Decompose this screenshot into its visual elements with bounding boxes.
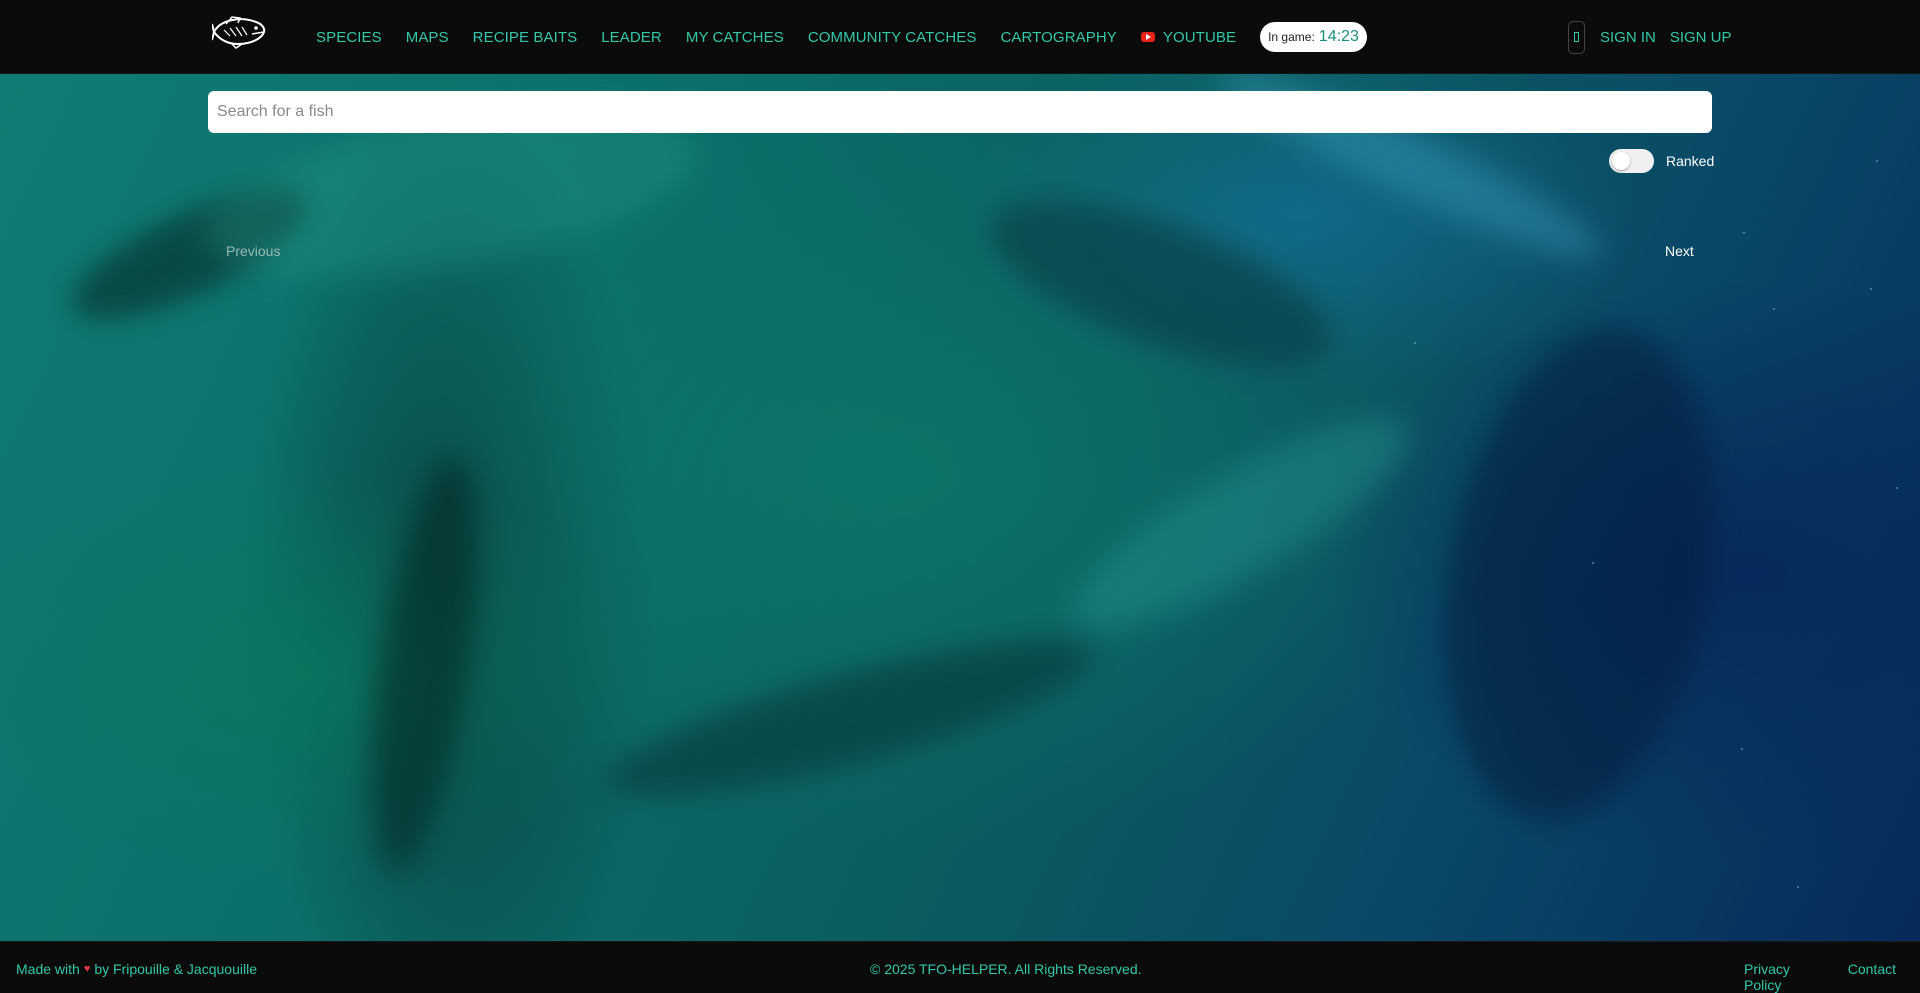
nav-recipe-baits[interactable]: RECIPE BAITS <box>473 29 578 46</box>
ranked-toggle-switch[interactable] <box>1609 149 1654 173</box>
footer-credits: Made with ♥ by Fripouille & Jacquouille <box>16 961 257 977</box>
nav-maps[interactable]: MAPS <box>406 29 449 46</box>
privacy-policy-link[interactable]: Privacy Policy <box>1744 961 1824 993</box>
nav-youtube[interactable]: YOUTUBE <box>1140 28 1237 46</box>
next-page-button[interactable]: Next <box>1665 243 1694 259</box>
nav-youtube-label: YOUTUBE <box>1162 28 1237 46</box>
made-with-prefix: Made with <box>16 961 80 977</box>
made-with-suffix: by Fripouille & Jacquouille <box>94 961 257 977</box>
sign-up-link[interactable]: SIGN UP <box>1670 29 1732 46</box>
ranked-toggle-group: Ranked <box>1609 149 1714 173</box>
footer-copyright: © 2025 TFO-HELPER. All Rights Reserved. <box>870 961 1142 977</box>
nav-leader[interactable]: LEADER <box>601 29 662 46</box>
top-navbar: SPECIES MAPS RECIPE BAITS LEADER MY CATC… <box>0 0 1920 74</box>
nav-my-catches[interactable]: MY CATCHES <box>686 29 784 46</box>
heart-icon: ♥ <box>83 963 91 975</box>
theme-icon <box>1574 32 1579 42</box>
ingame-time: 14:23 <box>1318 28 1359 45</box>
contact-link[interactable]: Contact <box>1848 961 1896 993</box>
nav-community-catches[interactable]: COMMUNITY CATCHES <box>808 29 977 46</box>
sign-in-link[interactable]: SIGN IN <box>1600 29 1656 46</box>
bass-fish-icon[interactable] <box>212 14 266 50</box>
page-footer: Made with ♥ by Fripouille & Jacquouille … <box>0 941 1920 993</box>
youtube-icon <box>1140 32 1155 42</box>
nav-cartography[interactable]: CARTOGRAPHY <box>1000 29 1116 46</box>
nav-species[interactable]: SPECIES <box>316 29 382 46</box>
fish-search-input[interactable] <box>208 91 1712 133</box>
ingame-label: In game: <box>1268 30 1315 44</box>
ocean-background <box>0 74 1920 941</box>
toggle-knob <box>1612 152 1630 170</box>
previous-page-button[interactable]: Previous <box>226 243 280 259</box>
ingame-clock-badge: In game: 14:23 <box>1260 22 1367 52</box>
auth-nav: SIGN IN SIGN UP <box>1568 0 1746 74</box>
footer-links: Privacy Policy Contact <box>1744 961 1920 993</box>
theme-toggle-button[interactable] <box>1568 20 1585 54</box>
main-nav: SPECIES MAPS RECIPE BAITS LEADER MY CATC… <box>316 0 1367 74</box>
ranked-label: Ranked <box>1666 153 1715 169</box>
